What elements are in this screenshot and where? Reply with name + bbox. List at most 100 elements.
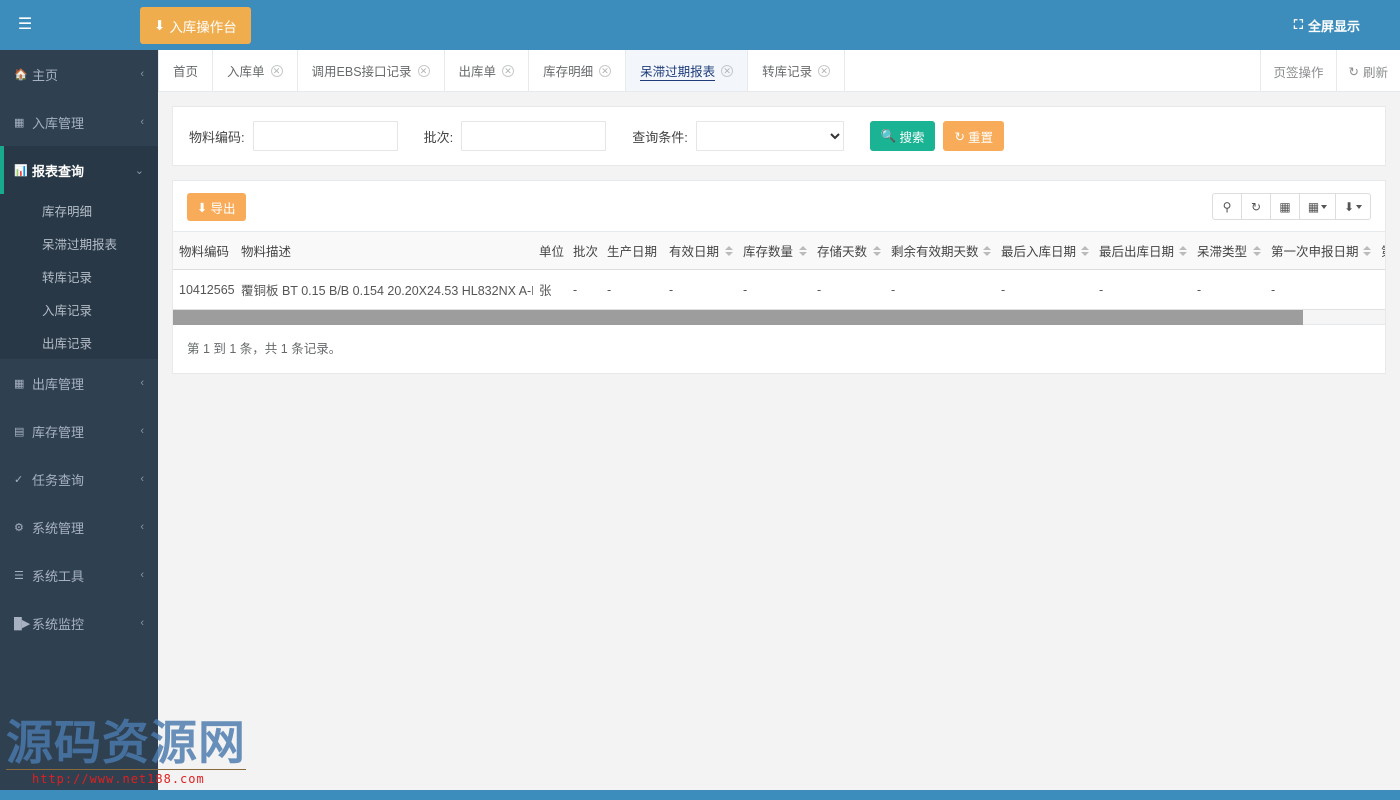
- table-scroll-container: 物料编码 物料描述 单位 批次 生产日期 有效日期 库存数量 存储天数 剩余有效期天数 最后入库日…: [173, 231, 1385, 310]
- table-cell: -: [1191, 269, 1265, 310]
- table-header-label: 最后出库日期: [1099, 245, 1175, 259]
- chevron-left-icon: ‹: [140, 473, 144, 485]
- table-header-cell[interactable]: 剩余有效期天数: [885, 232, 995, 270]
- close-icon[interactable]: ✕: [721, 64, 734, 77]
- search-button[interactable]: 🔍 搜索: [869, 121, 936, 151]
- table-header-cell[interactable]: 第一次申报数量: [1375, 232, 1385, 270]
- sidebar-subitem-label: 出库记录: [42, 337, 93, 351]
- sidebar-item-outbound-management[interactable]: ▦ 出库管理 ‹: [0, 359, 158, 407]
- chevron-down-icon: [1321, 204, 1328, 209]
- sort-indicator-icon[interactable]: [1253, 244, 1261, 258]
- table-header-cell[interactable]: 呆滞类型: [1191, 232, 1265, 270]
- tab-bar: 首页 入库单 ✕ 调用EBS接口记录 ✕ 出库单 ✕ 库存明细 ✕ 呆滞过期报表…: [158, 50, 1400, 92]
- batch-input[interactable]: [461, 121, 607, 151]
- horizontal-scrollbar-thumb[interactable]: [173, 310, 1303, 325]
- table-header-cell[interactable]: 库存数量: [737, 232, 811, 270]
- sidebar-item-label: 库存管理: [32, 424, 85, 440]
- sort-indicator-icon[interactable]: [725, 244, 733, 258]
- sidebar-subitem-outbound-record[interactable]: 出库记录: [0, 326, 158, 359]
- table-row[interactable]: 104125659覆铜板 BT 0.15 B/B 0.154 20.20X24.…: [173, 269, 1385, 310]
- reset-button[interactable]: ↻ 重置: [943, 121, 1004, 151]
- inbound-console-label: 入库操作台: [169, 19, 237, 35]
- sidebar-subitem-label: 呆滞过期报表: [42, 238, 118, 252]
- inbound-console-button[interactable]: ⬇ 入库操作台: [140, 7, 251, 44]
- sidebar-item-report-query[interactable]: 📊 报表查询 ⌄: [0, 146, 158, 194]
- sidebar-item-home[interactable]: 🏠 主页 ‹: [0, 50, 158, 98]
- content-area: 首页 入库单 ✕ 调用EBS接口记录 ✕ 出库单 ✕ 库存明细 ✕ 呆滞过期报表…: [158, 50, 1400, 800]
- tab-inbound-order[interactable]: 入库单 ✕: [213, 50, 298, 91]
- table-header-label: 库存数量: [743, 245, 794, 259]
- inbox-icon: ▦: [14, 116, 25, 129]
- sidebar-subitem-label: 转库记录: [42, 271, 93, 285]
- export-icon: ⬇: [1343, 199, 1355, 214]
- close-icon[interactable]: ✕: [818, 64, 831, 77]
- tab-label: 入库单: [227, 65, 265, 79]
- table-header-cell[interactable]: 有效日期: [663, 232, 737, 270]
- sidebar-item-system-monitor[interactable]: █▶ 系统监控 ‹: [0, 599, 158, 647]
- sidebar-item-label: 任务查询: [32, 472, 85, 488]
- table-refresh-icon-button[interactable]: ↻: [1241, 193, 1270, 220]
- sidebar-subitem-stagnant-expiry-report[interactable]: 呆滞过期报表: [0, 227, 158, 260]
- sidebar-subitem-transfer-record[interactable]: 转库记录: [0, 260, 158, 293]
- table-panel: ⬇ 导出 ⚲ ↻ ▦ ▦ ⬇ 物料编码 物料描述 单位 批次 生产日期 有效日期…: [172, 180, 1386, 374]
- condition-select[interactable]: [695, 121, 844, 151]
- horizontal-scrollbar[interactable]: [173, 310, 1385, 325]
- table-icon-group: ⚲ ↻ ▦ ▦ ⬇: [1212, 193, 1371, 220]
- tab-home[interactable]: 首页: [158, 50, 214, 91]
- columns-icon: ▦: [1307, 199, 1320, 214]
- chevron-left-icon: ‹: [140, 425, 144, 437]
- close-icon[interactable]: ✕: [417, 64, 430, 77]
- tab-label: 转库记录: [762, 65, 813, 79]
- tab-transfer-record[interactable]: 转库记录 ✕: [748, 50, 846, 91]
- tab-outbound-order[interactable]: 出库单 ✕: [444, 50, 530, 91]
- fullscreen-button[interactable]: ⛶ 全屏显示: [1294, 0, 1360, 50]
- table-cell: -: [811, 269, 885, 310]
- sidebar-toggle-button[interactable]: ☰: [0, 0, 50, 50]
- sort-indicator-icon[interactable]: [1363, 244, 1371, 258]
- table-cell: -: [1265, 269, 1375, 310]
- table-header-cell[interactable]: 最后出库日期: [1093, 232, 1191, 270]
- tab-refresh-button[interactable]: ↻ 刷新: [1335, 50, 1400, 92]
- table-view-icon-button[interactable]: ▦: [1270, 193, 1299, 220]
- sidebar-item-label: 系统监控: [32, 616, 85, 632]
- material-code-input[interactable]: [252, 121, 398, 151]
- tab-list: 首页 入库单 ✕ 调用EBS接口记录 ✕ 出库单 ✕ 库存明细 ✕ 呆滞过期报表…: [158, 50, 846, 91]
- tab-operations-button[interactable]: 页签操作: [1260, 50, 1335, 92]
- table-cell: -: [567, 269, 601, 310]
- close-icon[interactable]: ✕: [599, 64, 612, 77]
- table-cell: [1375, 269, 1385, 310]
- sidebar-item-stock-management[interactable]: ▤ 库存管理 ‹: [0, 407, 158, 455]
- fullscreen-icon: ⛶: [1293, 17, 1303, 32]
- sidebar-item-system-management[interactable]: ⚙ 系统管理 ‹: [0, 503, 158, 551]
- table-header-cell[interactable]: 最后入库日期: [995, 232, 1093, 270]
- tab-operations-label: 页签操作: [1273, 65, 1324, 80]
- export-button[interactable]: ⬇ 导出: [187, 193, 246, 221]
- table-cell: -: [1093, 269, 1191, 310]
- table-header-label: 第一次申报数量: [1381, 245, 1385, 259]
- sidebar-subitem-label: 库存明细: [42, 205, 93, 219]
- batch-group: 批次:: [424, 121, 607, 151]
- table-export-icon-button[interactable]: ⬇: [1335, 193, 1371, 220]
- tab-ebs-interface-log[interactable]: 调用EBS接口记录 ✕: [297, 50, 445, 91]
- sidebar-subitem-inbound-record[interactable]: 入库记录: [0, 293, 158, 326]
- sort-indicator-icon[interactable]: [799, 244, 807, 258]
- table-header-label: 最后入库日期: [1001, 245, 1077, 259]
- tab-stock-detail[interactable]: 库存明细 ✕: [529, 50, 627, 91]
- sidebar-subitem-stock-detail[interactable]: 库存明细: [0, 194, 158, 227]
- close-icon[interactable]: ✕: [270, 64, 283, 77]
- sidebar-item-task-query[interactable]: ✓ 任务查询 ‹: [0, 455, 158, 503]
- table-header-cell[interactable]: 存储天数: [811, 232, 885, 270]
- table-search-icon-button[interactable]: ⚲: [1212, 193, 1241, 220]
- chevron-down-icon: [1356, 204, 1363, 209]
- sort-indicator-icon[interactable]: [983, 244, 991, 258]
- close-icon[interactable]: ✕: [502, 64, 515, 77]
- sidebar-item-inbound-management[interactable]: ▦ 入库管理 ‹: [0, 98, 158, 146]
- sidebar-item-system-tools[interactable]: ☰ 系统工具 ‹: [0, 551, 158, 599]
- table-columns-icon-button[interactable]: ▦: [1299, 193, 1335, 220]
- report-table: 物料编码 物料描述 单位 批次 生产日期 有效日期 库存数量 存储天数 剩余有效期天数 最后入库日…: [173, 232, 1385, 310]
- sort-indicator-icon[interactable]: [1179, 244, 1187, 258]
- sort-indicator-icon[interactable]: [1081, 244, 1089, 258]
- table-header-cell[interactable]: 第一次申报日期: [1265, 232, 1375, 270]
- sort-indicator-icon[interactable]: [873, 244, 881, 258]
- tab-stagnant-expiry-report[interactable]: 呆滞过期报表 ✕: [626, 50, 749, 91]
